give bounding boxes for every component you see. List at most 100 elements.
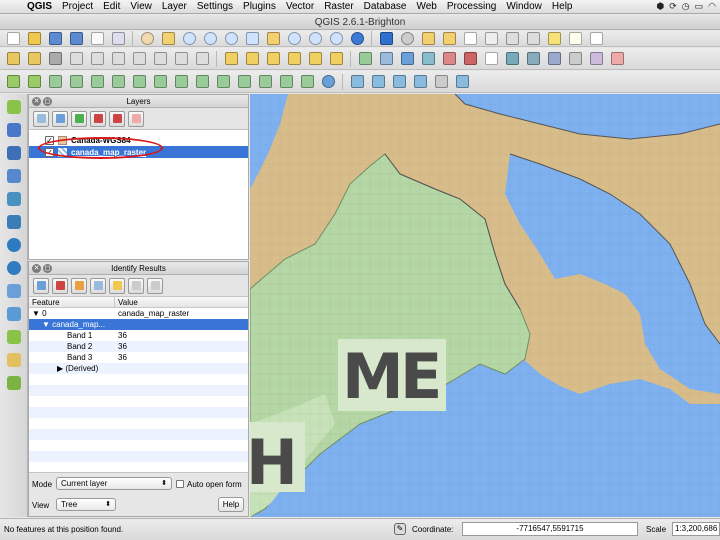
new-print-composer-icon[interactable] — [88, 31, 106, 46]
add-wcs-icon[interactable] — [524, 50, 542, 68]
scale-field[interactable]: 1:3,200,686 — [672, 522, 720, 536]
fill-ring-icon[interactable] — [109, 73, 127, 91]
zoom-last-icon[interactable] — [306, 31, 324, 46]
table-row[interactable]: ▼ 0 canada_map_raster — [29, 308, 248, 319]
actions-icon[interactable] — [398, 31, 416, 46]
menu-database[interactable]: Database — [359, 1, 412, 12]
menu-web[interactable]: Web — [411, 1, 441, 12]
undo-icon[interactable] — [4, 73, 22, 91]
new-temp-layer-icon[interactable] — [5, 351, 23, 369]
menu-plugins[interactable]: Plugins — [238, 1, 281, 12]
copy-attributes-icon[interactable] — [128, 277, 144, 294]
rotate-symbols-icon[interactable] — [298, 73, 316, 91]
add-gps-icon[interactable] — [5, 374, 23, 392]
redo-icon[interactable] — [25, 73, 43, 91]
add-spatialite-layer-icon[interactable] — [5, 167, 23, 185]
layer-visibility-checkbox[interactable]: ✓ — [45, 147, 54, 157]
table-row[interactable]: Band 3 36 — [29, 352, 248, 363]
toggle-editing-icon[interactable] — [25, 50, 43, 68]
value-column-header[interactable]: Value — [115, 297, 138, 307]
mode-select[interactable]: Current layer ⬍ — [56, 477, 172, 490]
cut-features-icon[interactable] — [151, 50, 169, 68]
menu-qgis[interactable]: QGIS — [22, 1, 57, 12]
menu-project[interactable]: Project — [57, 1, 98, 12]
simplify-icon[interactable] — [46, 73, 64, 91]
new-shapefile-layer-icon[interactable] — [5, 328, 23, 346]
zoom-in-icon[interactable] — [180, 31, 198, 46]
move-feature-icon[interactable] — [88, 50, 106, 68]
add-oracle-icon[interactable] — [461, 50, 479, 68]
add-ring-icon[interactable] — [67, 73, 85, 91]
grid-icon[interactable] — [432, 73, 450, 91]
delete-part-icon[interactable] — [151, 73, 169, 91]
remove-layer-group-icon[interactable] — [128, 110, 144, 127]
collapse-all-icon[interactable] — [109, 110, 125, 127]
label-show-icon[interactable] — [264, 50, 282, 68]
menu-layer[interactable]: Layer — [157, 1, 192, 12]
close-icon[interactable]: ✕ — [32, 97, 41, 106]
zoom-actual-icon[interactable] — [222, 31, 240, 46]
zoom-full-icon[interactable] — [243, 31, 261, 46]
merge-features-icon[interactable] — [256, 73, 274, 91]
add-csv-icon[interactable] — [482, 50, 500, 68]
auto-open-checkbox[interactable] — [176, 480, 184, 488]
identify-icon[interactable] — [377, 31, 395, 46]
layer-visibility-checkbox[interactable]: ✓ — [45, 135, 54, 145]
refresh-icon[interactable] — [348, 31, 366, 46]
split-parts-icon[interactable] — [235, 73, 253, 91]
add-oracle-layer-icon[interactable] — [5, 213, 23, 231]
copy-features-icon[interactable] — [172, 50, 190, 68]
remove-layer-icon[interactable] — [608, 50, 626, 68]
text-annotation-icon[interactable] — [587, 31, 605, 46]
measure-icon[interactable] — [524, 31, 542, 46]
add-raster-layer-icon[interactable] — [5, 121, 23, 139]
expand-all-icon[interactable] — [90, 110, 106, 127]
save-edits-icon[interactable] — [46, 50, 64, 68]
add-vector-layer-icon[interactable] — [5, 98, 23, 116]
delete-ring-icon[interactable] — [130, 73, 148, 91]
menu-processing[interactable]: Processing — [442, 1, 501, 12]
save-as-icon[interactable] — [67, 31, 85, 46]
new-shapefile-icon[interactable] — [566, 50, 584, 68]
reshape-icon[interactable] — [172, 73, 190, 91]
label-move-icon[interactable] — [285, 50, 303, 68]
label-icon[interactable] — [222, 50, 240, 68]
select-features-icon[interactable] — [419, 31, 437, 46]
add-postgis-icon[interactable] — [398, 50, 416, 68]
add-feature-icon[interactable] — [67, 50, 85, 68]
map-canvas[interactable]: M E H — [250, 94, 720, 517]
zoom-next-icon[interactable] — [327, 31, 345, 46]
wifi-icon[interactable]: ◠ — [708, 1, 716, 12]
float-icon[interactable]: ◻ — [43, 97, 52, 106]
sync-icon[interactable]: ⟳ — [669, 1, 677, 12]
topology-icon[interactable] — [453, 73, 471, 91]
add-spatialite-icon[interactable] — [419, 50, 437, 68]
label-rotate-icon[interactable] — [306, 50, 324, 68]
expand-new-icon[interactable] — [71, 277, 87, 294]
add-wcs-layer-icon[interactable] — [5, 259, 23, 277]
zoom-to-selection-icon[interactable] — [264, 31, 282, 46]
paste-features-icon[interactable] — [193, 50, 211, 68]
save-project-icon[interactable] — [46, 31, 64, 46]
filter-legend-icon[interactable] — [71, 110, 87, 127]
layer-row-selected[interactable]: ✓ canada_map_raster — [29, 146, 248, 158]
table-row-selected[interactable]: ▼ canada_map... — [29, 319, 248, 330]
new-spatialite-layer-icon[interactable] — [587, 50, 605, 68]
feature-column-header[interactable]: Feature — [29, 297, 115, 307]
menu-window[interactable]: Window — [501, 1, 547, 12]
table-row[interactable]: Band 1 36 — [29, 330, 248, 341]
table-row[interactable]: Band 2 36 — [29, 341, 248, 352]
edits-icon[interactable] — [4, 50, 22, 68]
georef-icon[interactable] — [369, 73, 387, 91]
close-icon[interactable]: ✕ — [32, 264, 41, 273]
add-wms-layer-icon[interactable] — [5, 236, 23, 254]
add-part-icon[interactable] — [88, 73, 106, 91]
add-mssql-icon[interactable] — [440, 50, 458, 68]
table-row[interactable]: ▶ (Derived) — [29, 363, 248, 374]
coordinate-field[interactable]: -7716547,5591715 — [462, 522, 638, 536]
attribute-table-icon[interactable] — [482, 31, 500, 46]
offset-curve-icon[interactable] — [193, 73, 211, 91]
heatmap-icon[interactable] — [411, 73, 429, 91]
map-tips-icon[interactable] — [545, 31, 563, 46]
label-change-icon[interactable] — [327, 50, 345, 68]
